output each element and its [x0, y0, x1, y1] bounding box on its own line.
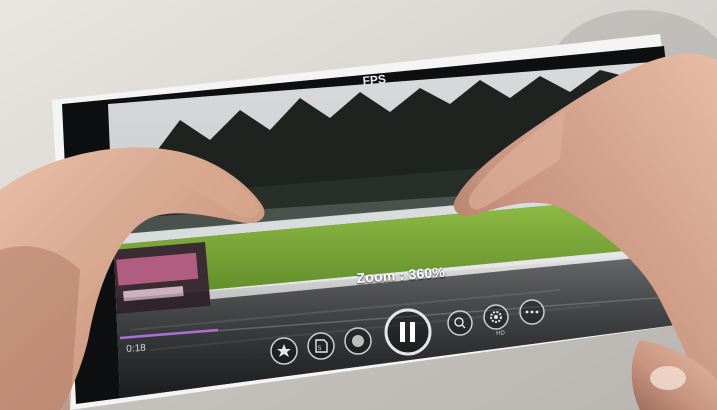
settings-button[interactable]	[483, 304, 509, 330]
elapsed-time: 0:18	[126, 342, 147, 355]
more-button[interactable]	[519, 299, 545, 325]
fps-label: FPS	[362, 71, 387, 88]
record-button[interactable]	[344, 327, 372, 355]
hd-label: HD	[496, 330, 506, 337]
photo-scene: 5	[0, 0, 717, 410]
zoom-button[interactable]	[447, 310, 473, 336]
sd-card-button[interactable]: 5	[307, 332, 335, 360]
star-button[interactable]	[270, 337, 298, 365]
pause-button[interactable]	[384, 308, 432, 356]
